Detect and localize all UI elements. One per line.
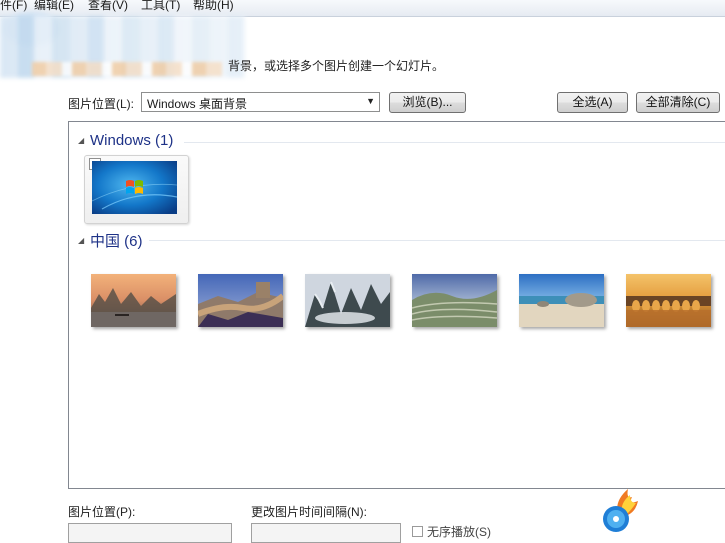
thumbnail-tile-windows[interactable]: ✓ xyxy=(84,155,189,224)
menu-bar: 件(F) 编辑(E) 查看(V) 工具(T) 帮助(H) xyxy=(0,0,725,17)
triangle-collapse-icon[interactable]: ◢ xyxy=(78,236,90,245)
menu-help[interactable]: 帮助(H) xyxy=(193,0,234,13)
thumbnail-mountain-peaks[interactable] xyxy=(305,274,390,327)
shuffle-label: 无序播放(S) xyxy=(427,525,491,539)
thumbnail-terraced-fields[interactable] xyxy=(412,274,497,327)
chevron-down-icon: ▼ xyxy=(366,96,375,106)
shuffle-checkbox[interactable] xyxy=(412,526,423,537)
picture-location-dropdown[interactable]: Windows 桌面背景 ▼ xyxy=(141,92,380,112)
select-all-button[interactable]: 全选(A) xyxy=(557,92,628,113)
menu-tools[interactable]: 工具(T) xyxy=(141,0,180,13)
thumbnail-karst-river[interactable] xyxy=(91,274,176,327)
thumbnail-beach-rocks[interactable] xyxy=(519,274,604,327)
menu-view[interactable]: 查看(V) xyxy=(88,0,128,13)
windows-7-default-thumbnail xyxy=(92,161,177,214)
instructions-text: 背景，或选择多个图片创建一个幻灯片。 xyxy=(228,59,445,73)
picture-location-value: Windows 桌面背景 xyxy=(147,97,248,111)
group-header-china[interactable]: ◢ 中国 (6) xyxy=(78,230,143,251)
group-divider xyxy=(184,142,725,143)
menu-edit[interactable]: 编辑(E) xyxy=(34,0,74,13)
change-interval-dropdown[interactable] xyxy=(251,523,401,543)
picture-location-label: 图片位置(L): xyxy=(68,97,135,111)
change-interval-label: 更改图片时间间隔(N): xyxy=(251,505,367,519)
blurred-region xyxy=(32,62,222,76)
picture-list-panel[interactable]: ◢ Windows (1) ✓ ◢ xyxy=(68,121,725,489)
thumbnail-seventeen-arch-bridge[interactable] xyxy=(626,274,711,327)
clear-all-button[interactable]: 全部清除(C) xyxy=(636,92,720,113)
group-divider xyxy=(149,240,725,241)
flame-disc-logo xyxy=(603,489,638,532)
picture-position-dropdown[interactable] xyxy=(68,523,232,543)
browse-button[interactable]: 浏览(B)... xyxy=(389,92,466,113)
thumbnail-great-wall[interactable] xyxy=(198,274,283,327)
menu-file[interactable]: 件(F) xyxy=(0,0,27,13)
group-title-china: 中国 (6) xyxy=(90,233,143,250)
picture-position-label: 图片位置(P): xyxy=(68,505,136,519)
triangle-collapse-icon[interactable]: ◢ xyxy=(78,136,90,145)
group-header-windows[interactable]: ◢ Windows (1) xyxy=(78,132,173,149)
group-title-windows: Windows (1) xyxy=(90,132,174,149)
